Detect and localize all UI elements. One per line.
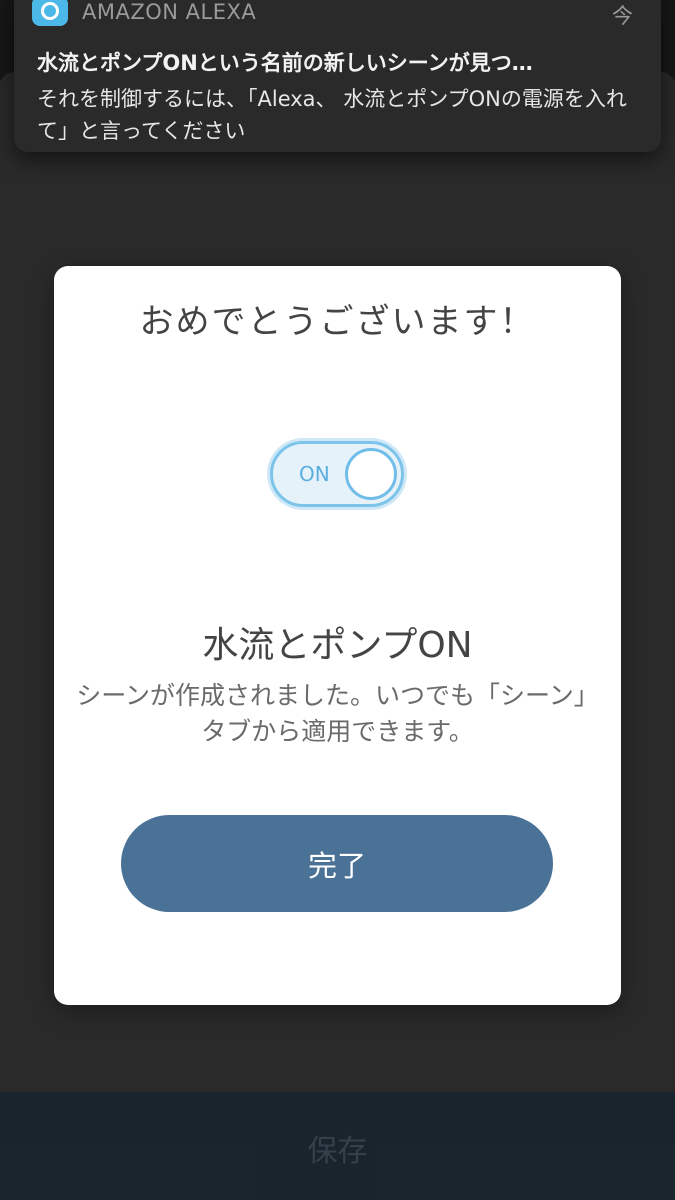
scene-name: 水流とポンプON (202, 625, 473, 666)
done-button[interactable]: 完了 (121, 815, 553, 912)
alexa-icon (32, 0, 68, 26)
notification-app-name: AMAZON ALEXA (82, 0, 257, 24)
notification-body: それを制御するには、「Alexa、 水流とポンプONの電源を入れて」と言ってくだ… (37, 87, 627, 143)
scene-description: シーンが作成されました。いつでも「シーン」タブから適用できます。 (76, 681, 599, 746)
notification-time: 今 (612, 4, 633, 28)
toggle-knob (345, 448, 397, 500)
screen: 保存 おめでとうございます！ ON 水流とポンプON シーンが作成されました。い… (0, 0, 675, 1200)
success-dialog: おめでとうございます！ ON 水流とポンプON シーンが作成されました。いつでも… (54, 266, 621, 1005)
dialog-title: おめでとうございます！ (139, 302, 536, 342)
scene-toggle-illustration: ON (270, 441, 404, 507)
notification-title: 水流とポンプONという名前の新しいシーンが見つ… (37, 51, 533, 75)
toggle-label: ON (299, 462, 330, 486)
notification-banner[interactable]: AMAZON ALEXA 今 水流とポンプONという名前の新しいシーンが見つ… … (14, 0, 661, 152)
